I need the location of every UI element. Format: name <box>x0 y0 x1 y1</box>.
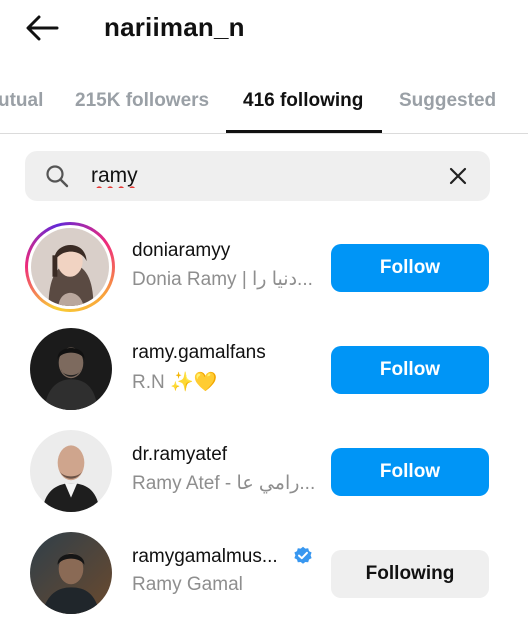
search-bar[interactable] <box>25 151 490 201</box>
follow-button[interactable]: Follow <box>331 346 489 394</box>
active-tab-indicator <box>226 130 382 133</box>
search-input[interactable] <box>91 161 431 191</box>
tab-followers[interactable]: 215K followers <box>75 90 209 112</box>
list-item[interactable]: ramygamalmus... Ramy Gamal Following <box>0 528 528 620</box>
follow-button[interactable]: Follow <box>331 244 489 292</box>
list-item[interactable]: ramy.gamalfans R.N ✨💛 Follow <box>0 324 528 416</box>
top-bar: nariiman_n <box>0 0 528 58</box>
avatar-image <box>31 228 109 306</box>
username[interactable]: dr.ramyatef <box>132 444 227 466</box>
avatar[interactable] <box>25 222 115 312</box>
back-button[interactable] <box>22 10 62 46</box>
tab-suggested[interactable]: Suggested <box>399 90 496 112</box>
page-title: nariiman_n <box>104 12 245 42</box>
arrow-left-icon <box>26 15 59 41</box>
username[interactable]: ramygamalmus... <box>132 546 278 568</box>
tab-mutual[interactable]: utual <box>0 90 43 112</box>
search-icon <box>45 164 69 193</box>
full-name: Ramy Atef - رامي عا... <box>132 473 316 494</box>
avatar[interactable] <box>30 430 112 512</box>
tab-following[interactable]: 416 following <box>243 90 363 112</box>
tab-bar: utual 215K followers 416 following Sugge… <box>0 80 528 134</box>
list-item[interactable]: doniaramyy Donia Ramy | دنيا را... Follo… <box>0 222 528 314</box>
full-name: R.N ✨💛 <box>132 372 218 393</box>
close-icon[interactable] <box>445 163 471 189</box>
avatar[interactable] <box>30 532 112 614</box>
username[interactable]: ramy.gamalfans <box>132 342 266 364</box>
avatar[interactable] <box>30 328 112 410</box>
following-button[interactable]: Following <box>331 550 489 598</box>
verified-badge-icon <box>293 546 313 566</box>
list-item[interactable]: dr.ramyatef Ramy Atef - رامي عا... Follo… <box>0 426 528 518</box>
username[interactable]: doniaramyy <box>132 240 230 262</box>
follow-button[interactable]: Follow <box>331 448 489 496</box>
full-name: Ramy Gamal <box>132 574 243 595</box>
full-name: Donia Ramy | دنيا را... <box>132 269 313 290</box>
